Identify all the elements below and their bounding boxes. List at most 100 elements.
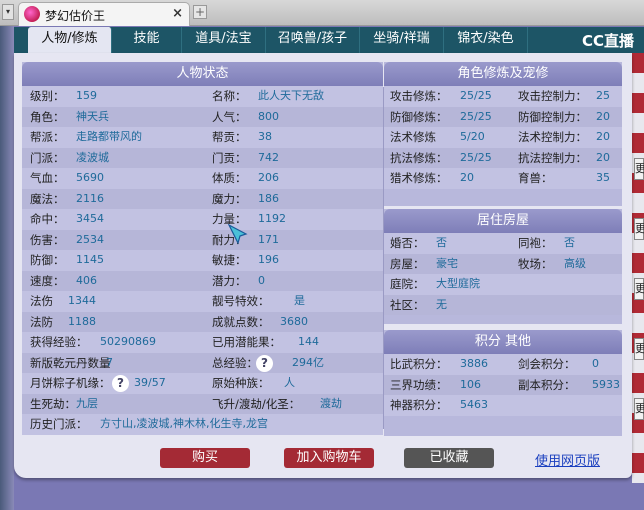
field-label: 抗法控制力： [518,150,587,165]
tab-title: 梦幻估价王 [45,9,106,23]
info-row: 魔法： 2116 魔力： 186 [22,188,383,209]
tab-menu-button[interactable]: ▾ [2,4,14,20]
more-button[interactable]: 更 [634,398,644,420]
field-label: 社区： [390,297,425,312]
tab-mounts[interactable]: 坐骑/祥瑞 [360,27,444,53]
field-value: 294亿 [292,355,324,369]
more-button[interactable]: 更 [634,338,644,360]
field-label: 命中： [30,212,65,226]
house-title: 居住房屋 [384,209,622,233]
field-value: 196 [258,253,279,266]
info-row: 三界功绩： 106 副本积分： 5933 [384,374,622,395]
info-row: 新版乾元丹数量 7 总经验： 294亿? [22,352,383,373]
tab-items[interactable]: 道具/法宝 [182,27,266,53]
field-label: 抗法修炼： [390,150,448,165]
info-row: 婚否：否同袍：否 [384,233,622,254]
field-label: 已用潜能果： [212,335,281,349]
field-value: 1192 [258,212,286,225]
field-value: 0 [258,273,265,287]
field-label: 靓号特效： [212,294,270,308]
info-row: 法伤 1344 靓号特效： 是 [22,291,383,312]
help-icon[interactable]: ? [112,375,129,392]
field-label: 房屋： [390,256,425,271]
close-tab-icon[interactable]: × [172,6,183,21]
tab-outfits[interactable]: 锦衣/染色 [444,27,528,53]
web-version-link[interactable]: 使用网页版 [535,450,600,469]
field-value: 742 [258,150,279,164]
field-label: 成就点数： [212,314,270,329]
info-row: 角色： 神天兵 人气： 800 [22,106,383,127]
field-label: 法术控制力： [518,130,587,144]
field-value: 5933 [592,377,620,391]
field-value: 159 [76,89,97,102]
field-value: 7 [106,355,113,369]
field-value: 144 [298,335,319,348]
more-button[interactable]: 更 [634,158,644,180]
tab-character[interactable]: 人物/修炼 [28,27,112,53]
field-value: 否 [564,236,575,249]
field-value: 171 [258,232,279,246]
field-label: 级别： [30,89,65,103]
score-panel: 积分 其他 比武积分： 3886 剑会积分： 0 三界功绩： 106 副本积分： 5933 神器… [384,330,622,436]
field-value: 0 [592,357,599,370]
tab-pets[interactable]: 召唤兽/孩子 [266,27,360,53]
field-value: 5/20 [460,130,485,143]
add-to-cart-button[interactable]: 加入购物车 [284,448,374,468]
field-label: 敏捷： [212,253,247,267]
cc-watermark: CC直播 [581,32,634,50]
field-label: 法伤 [30,294,53,308]
field-value: 2116 [76,191,104,205]
field-label: 三界功绩： [390,377,448,392]
field-label: 魔力： [212,191,247,206]
status-title: 人物状态 [22,62,383,86]
status-panel: 人物状态 级别： 159 名称： 此人天下无敌 角色： 神天兵 人气： 800 帮派： 走路都带风… [22,62,383,435]
field-label: 防御控制力： [518,109,587,124]
field-label: 育兽： [518,171,553,185]
field-label: 攻击控制力： [518,89,587,103]
info-row: 命中： 3454 力量： 1192 [22,209,383,230]
field-value: 106 [460,377,481,391]
category-tabs: 人物/修炼 技能 道具/法宝 召唤兽/孩子 坐骑/祥瑞 锦衣/染色 CC直播 [14,27,644,53]
buy-button[interactable]: 购买 [160,448,250,468]
info-row: 防御修炼： 25/25 防御控制力： 20 [384,106,622,127]
info-row: 月饼粽子机缘： 39/57 原始种族： 人? [22,373,383,394]
info-row: 法防 1188 成就点数： 3680 [22,311,383,332]
field-value: 406 [76,273,97,287]
field-value: 大型庭院 [436,277,480,290]
field-value: 1344 [68,294,96,307]
field-value: 走路都带风的 [76,130,142,143]
info-row: 比武积分： 3886 剑会积分： 0 [384,354,622,375]
field-value: 38 [258,130,272,143]
field-label: 帮贡： [212,130,247,144]
field-value: 206 [258,171,279,184]
more-button[interactable]: 更 [634,218,644,240]
tab-skills[interactable]: 技能 [112,27,182,53]
field-value: 神天兵 [76,109,109,123]
info-row: 房屋： 豪宅 牧场： 高级 [384,253,622,274]
cursor-icon [228,224,248,244]
favorited-button[interactable]: 已收藏 [404,448,494,468]
more-button[interactable]: 更 [634,278,644,300]
field-value: 豪宅 [436,256,458,270]
field-label: 总经验： [212,355,258,370]
field-value: 否 [436,236,447,249]
field-label: 新版乾元丹数量 [30,355,111,370]
field-value: 3886 [460,357,488,370]
field-label: 牧场： [518,256,553,271]
field-label: 防御修炼： [390,109,448,124]
new-tab-button[interactable]: + [193,5,207,19]
field-label: 原始种族： [212,376,270,390]
help-icon[interactable]: ? [256,354,273,372]
field-label: 名称： [212,89,247,103]
field-label: 伤害： [30,232,65,247]
info-row: 级别： 159 名称： 此人天下无敌 [22,86,383,107]
field-label: 神器积分： [390,398,448,412]
field-value: 186 [258,191,279,205]
field-label: 防御： [30,253,65,267]
field-label: 法术修炼 [390,130,436,144]
browser-tab[interactable]: 梦幻估价王 × [18,2,190,26]
field-label: 魔法： [30,191,65,206]
character-detail-panel: 人物状态 级别： 159 名称： 此人天下无敌 角色： 神天兵 人气： 800 帮派： 走路都带风… [14,53,632,478]
field-value: 1145 [76,253,104,266]
field-value: 1188 [68,314,96,328]
